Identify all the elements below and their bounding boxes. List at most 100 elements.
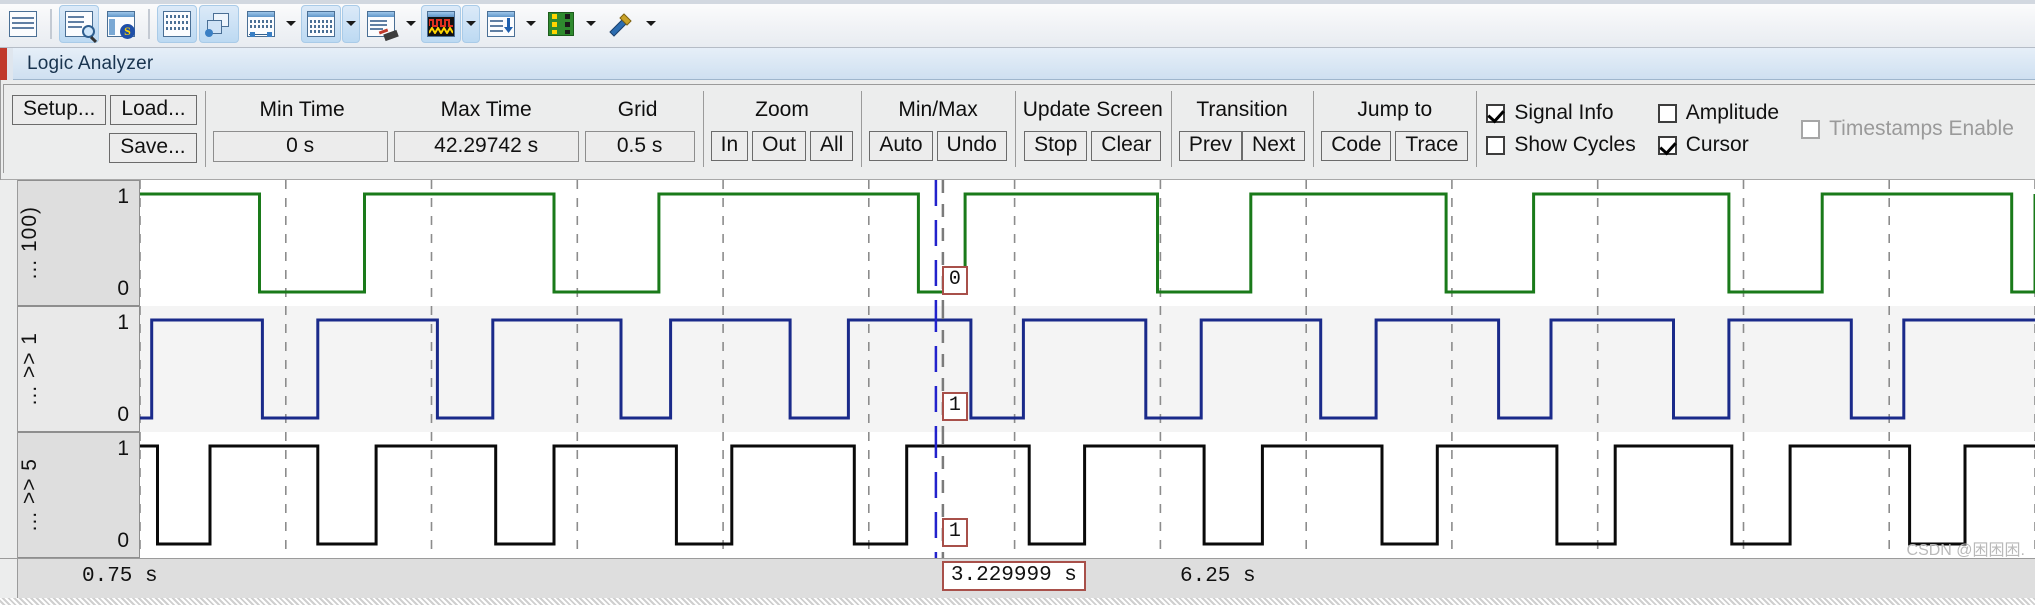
update-stop-button[interactable]: Stop — [1024, 131, 1088, 161]
source-browse-icon[interactable]: S — [101, 5, 141, 43]
signal-name-cell[interactable]: ... 100) 1 0 — [18, 180, 140, 306]
chevron-down-icon[interactable] — [582, 5, 600, 43]
axis-tick-right: 6.25 s — [1180, 565, 1256, 588]
document-edge-icon[interactable] — [3, 5, 43, 43]
checkbox-label: Amplitude — [1685, 101, 1780, 124]
signal-low-label: 0 — [117, 403, 129, 426]
signal-track[interactable]: ... >> 1 1 0 1 — [18, 306, 2035, 432]
checkbox-cursor[interactable]: Cursor — [1657, 133, 1779, 157]
grid-lines — [140, 180, 2035, 306]
signal-track[interactable]: ... >> 5 1 0 1 — [18, 432, 2035, 558]
display-options-column-2: Amplitude Cursor — [1657, 101, 1801, 157]
grid-lines — [140, 432, 2035, 558]
update-clear-button[interactable]: Clear — [1091, 131, 1162, 161]
jump-to-group: Jump to Code Trace — [1313, 85, 1476, 173]
trace-window-icon[interactable] — [241, 5, 281, 43]
file-buttons-group: Setup... Load... Save... — [4, 85, 205, 173]
minmax-label: Min/Max — [898, 98, 978, 121]
chevron-down-icon[interactable] — [642, 5, 660, 43]
checkbox-show-cycles[interactable]: Show Cycles — [1486, 133, 1636, 157]
transition-label: Transition — [1196, 98, 1288, 121]
zoom-in-button[interactable]: In — [710, 131, 749, 161]
minmax-undo-button[interactable]: Undo — [936, 131, 1007, 161]
checkbox-box[interactable] — [1486, 103, 1506, 123]
signal-high-label: 1 — [117, 311, 129, 334]
signal-plot[interactable] — [140, 306, 2035, 432]
update-screen-label: Update Screen — [1022, 98, 1163, 121]
min-time-input[interactable]: 0 s — [212, 130, 388, 162]
max-time-input[interactable]: 42.29742 s — [393, 130, 579, 162]
load-button[interactable]: Load... — [110, 95, 197, 125]
setup-button[interactable]: Setup... — [12, 95, 107, 125]
cursor-value-badge: 0 — [941, 266, 968, 295]
toolbar-separator — [148, 8, 150, 39]
signal-plot[interactable] — [140, 180, 2035, 306]
save-button[interactable]: Save... — [109, 133, 197, 163]
tools-icon[interactable] — [601, 5, 641, 43]
memory-window-icon[interactable] — [157, 4, 197, 43]
checkbox-timestamps-enable: Timestamps Enable — [1801, 117, 2014, 141]
title-accent-bar — [0, 47, 7, 80]
cursor-value-badge: 1 — [941, 518, 968, 547]
symbol-window-icon[interactable] — [481, 5, 521, 43]
cursor-value-badge: 1 — [941, 392, 968, 421]
display-options-group: Signal Info Show Cycles Amplitude Cursor T… — [1476, 85, 2035, 173]
chevron-down-icon[interactable] — [522, 5, 540, 43]
grid-input[interactable]: 0.5 s — [584, 130, 695, 162]
grid-lines — [140, 306, 2035, 432]
jump-to-code-button[interactable]: Code — [1321, 131, 1392, 161]
peripherals-icon[interactable] — [541, 5, 581, 43]
logic-analyzer-titlebar: Logic Analyzer — [0, 47, 2035, 80]
display-options-column-3: Timestamps Enable — [1801, 117, 2035, 141]
wave-left-rail — [0, 180, 18, 558]
grid-label: Grid — [617, 98, 658, 121]
checkbox-label: Signal Info — [1514, 101, 1614, 124]
chevron-down-icon[interactable] — [282, 5, 300, 43]
transition-prev-button[interactable]: Prev — [1178, 131, 1243, 161]
signal-name-cell[interactable]: ... >> 1 1 0 — [18, 306, 140, 432]
axis-left-rail — [0, 559, 18, 599]
checkbox-amplitude[interactable]: Amplitude — [1657, 101, 1780, 125]
display-options-column-1: Signal Info Show Cycles — [1486, 101, 1657, 157]
signal-track[interactable]: ... 100) 1 0 0 — [18, 180, 2035, 306]
chevron-down-icon[interactable] — [342, 4, 360, 43]
call-stack-icon[interactable] — [199, 4, 239, 43]
toolbar-button-group: S — [2, 2, 660, 46]
checkbox-box — [1801, 119, 1821, 139]
chevron-down-icon[interactable] — [402, 5, 420, 43]
zoom-out-button[interactable]: Out — [752, 131, 806, 161]
jump-to-trace-button[interactable]: Trace — [1395, 131, 1469, 161]
time-axis[interactable]: 0.75 s 6.25 s 3.229999 s — [0, 558, 2035, 599]
signal-label: ... >> 5 — [18, 458, 41, 532]
horizontal-scrollbar[interactable] — [0, 598, 2035, 605]
waveform-trace — [140, 444, 2035, 546]
signal-low-label: 0 — [117, 529, 129, 552]
document-inspect-icon[interactable] — [59, 4, 99, 43]
transition-group: Transition Prev Next — [1170, 85, 1313, 173]
signal-plot[interactable] — [140, 432, 2035, 558]
min-time-label: Min Time — [259, 98, 345, 121]
checkbox-box[interactable] — [1486, 135, 1506, 155]
logic-analyzer-icon[interactable] — [421, 4, 461, 43]
signal-high-label: 1 — [117, 437, 129, 460]
cursor-time-readout: 3.229999 s — [941, 561, 1086, 591]
control-panel: Setup... Load... Save... Min Time Max Ti… — [0, 80, 2035, 180]
toolbar-top-strip — [0, 0, 2035, 4]
minmax-auto-button[interactable]: Auto — [869, 131, 933, 161]
time-range-group: Min Time Max Time Grid 0 s 42.29742 s 0.… — [204, 85, 703, 173]
chevron-down-icon[interactable] — [462, 4, 480, 43]
axis-tick-left: 0.75 s — [82, 565, 158, 588]
panel-left-rail — [0, 80, 1, 180]
signal-high-label: 1 — [117, 185, 129, 208]
checkbox-box[interactable] — [1657, 103, 1677, 123]
serial-window-icon[interactable] — [361, 5, 401, 43]
checkbox-label: Cursor — [1685, 133, 1749, 156]
waveform-trace — [140, 318, 2035, 420]
checkbox-box[interactable] — [1657, 135, 1677, 155]
signal-label: ... 100) — [18, 206, 41, 280]
checkbox-signal-info[interactable]: Signal Info — [1486, 101, 1635, 125]
signal-name-cell[interactable]: ... >> 5 1 0 — [18, 432, 140, 558]
transition-next-button[interactable]: Next — [1242, 131, 1306, 161]
registers-table-icon[interactable] — [301, 4, 341, 43]
zoom-all-button[interactable]: All — [810, 131, 854, 161]
